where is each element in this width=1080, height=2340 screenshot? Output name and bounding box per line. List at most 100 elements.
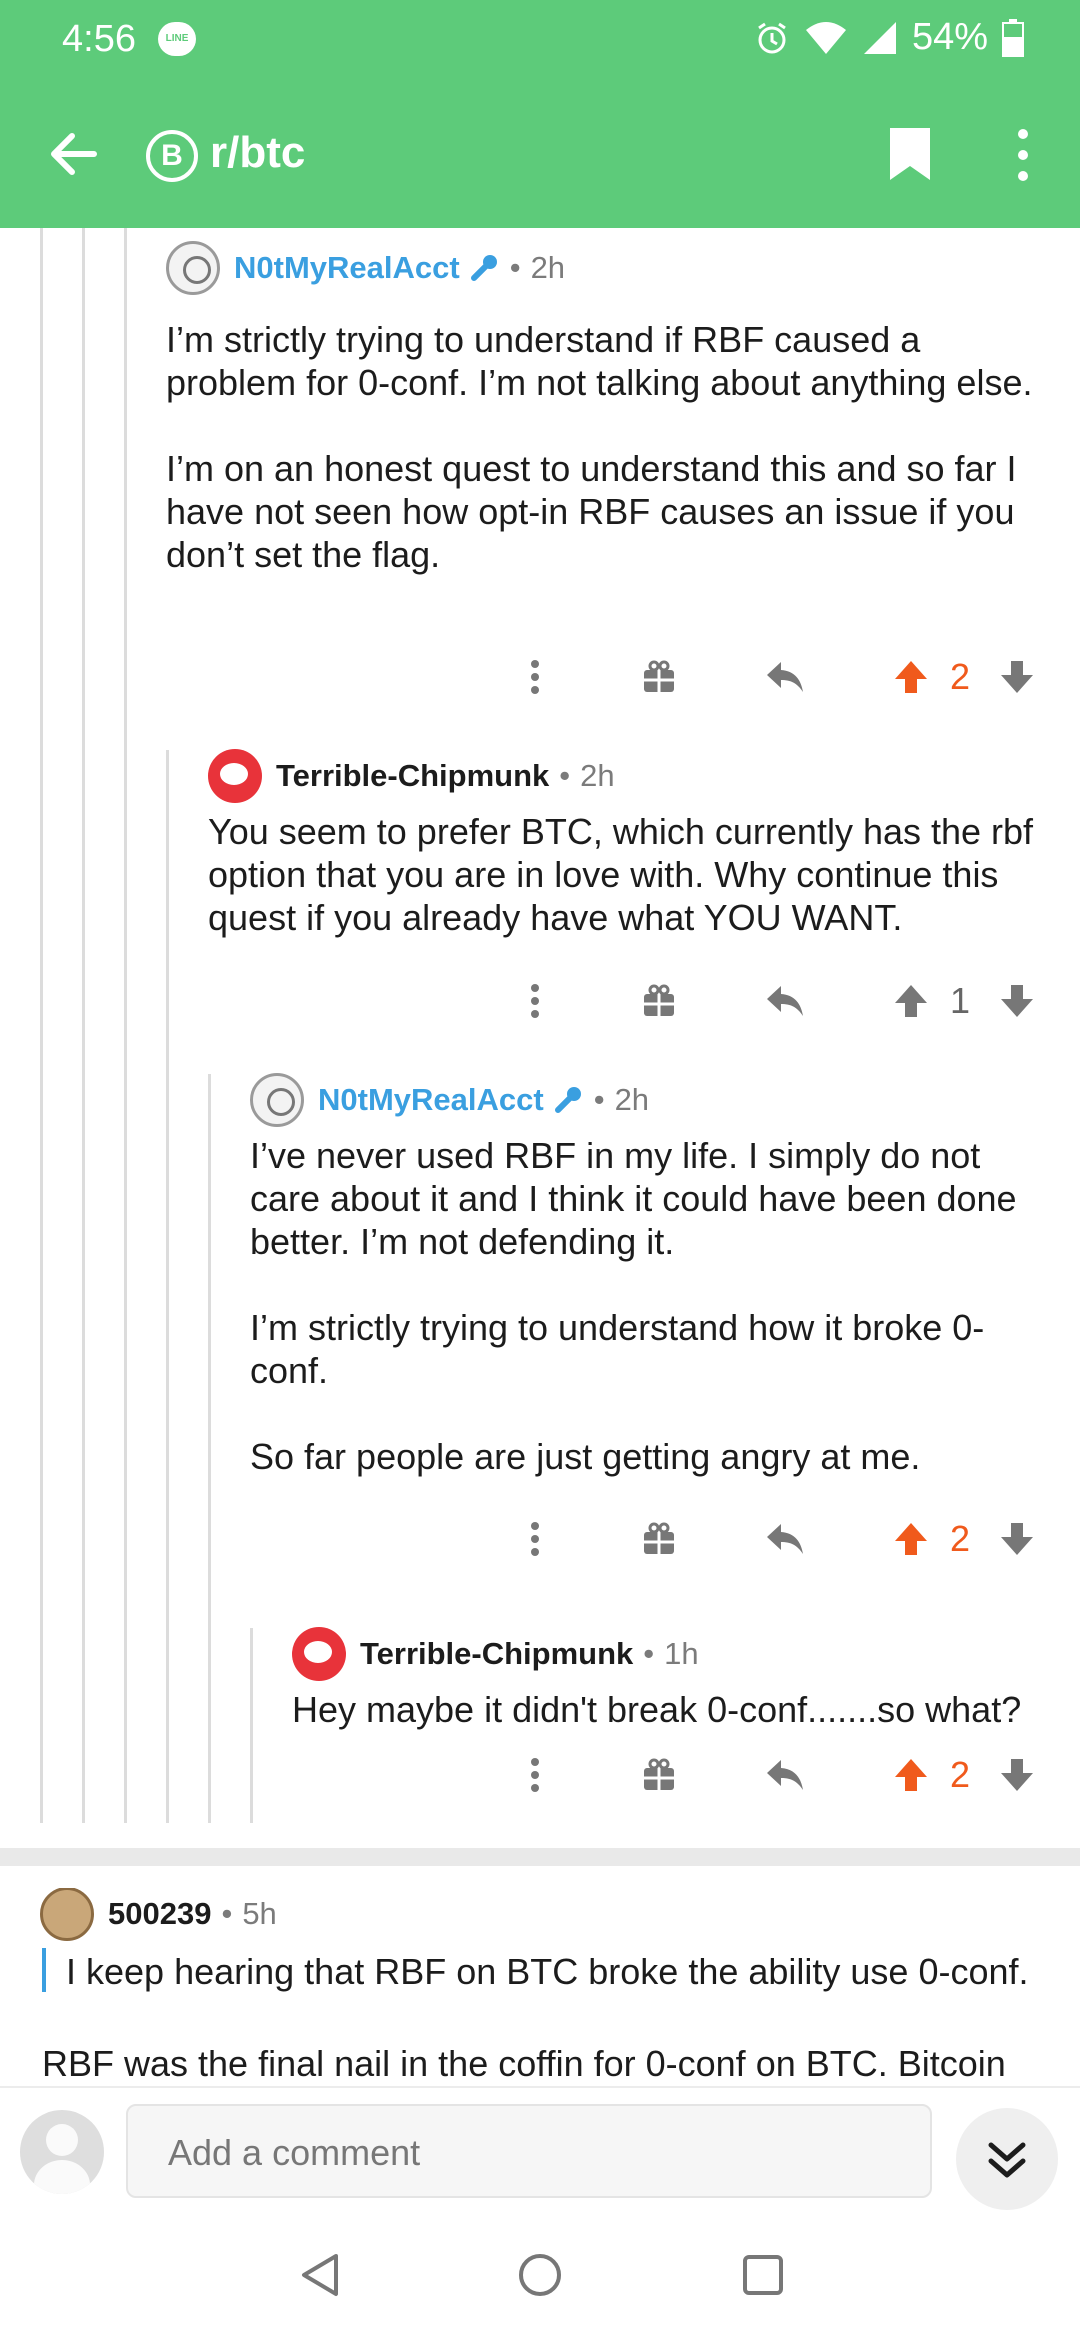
comment-body: RBF was the final nail in the coffin for…: [42, 2043, 1006, 2084]
comment: Terrible-Chipmunk • 2h You seem to prefe…: [208, 749, 1058, 940]
award-gift-icon[interactable]: [634, 652, 684, 702]
moderator-wrench-icon: [554, 1087, 581, 1113]
more-icon[interactable]: [510, 652, 560, 702]
system-nav-bar: [0, 2210, 1080, 2340]
comment-paragraph: I’m strictly trying to understand how it…: [250, 1307, 985, 1391]
line-notification-icon: LINE: [158, 22, 196, 56]
nav-back-icon[interactable]: [296, 2250, 346, 2300]
comment-age: 2h: [530, 250, 566, 285]
reply-icon[interactable]: [760, 652, 810, 702]
vote-score: 1: [949, 980, 971, 1021]
username[interactable]: Terrible-Chipmunk: [360, 1636, 633, 1672]
battery-percent: 54%: [911, 16, 988, 58]
comment-header: 500239 • 5h: [40, 1888, 277, 1941]
downvote-icon[interactable]: [992, 976, 1042, 1026]
subreddit-icon[interactable]: B: [146, 130, 198, 182]
comment-actions: 2: [510, 1514, 1050, 1574]
meta-dot: •: [643, 1636, 655, 1671]
status-time: 4:56: [62, 18, 136, 60]
comment-paragraph: I’m on an honest quest to understand thi…: [166, 448, 1017, 575]
comment-composer: Add a comment: [0, 2086, 1080, 2210]
avatar[interactable]: [292, 1627, 346, 1681]
comment-actions: 2: [510, 652, 1050, 712]
moderator-wrench-icon: [470, 255, 497, 281]
comment-paragraph: I’ve never used RBF in my life. I simply…: [250, 1135, 1017, 1262]
comment-actions: 2: [510, 1750, 1050, 1810]
meta-dot: •: [559, 758, 571, 793]
username[interactable]: N0tMyRealAcct: [234, 250, 460, 286]
thread-line[interactable]: [82, 228, 85, 1823]
comment-body: I’ve never used RBF in my life. I simply…: [250, 1134, 1060, 1478]
comment-separator: [0, 1848, 1080, 1866]
wifi-icon: [805, 21, 846, 54]
avatar[interactable]: [250, 1073, 304, 1127]
upvote-icon[interactable]: [886, 1750, 936, 1800]
comment-paragraph: I’m strictly trying to understand if RBF…: [166, 319, 1033, 403]
upvote-icon[interactable]: [886, 1514, 936, 1564]
thread-line[interactable]: [250, 1628, 253, 1823]
nav-recents-icon[interactable]: [738, 2250, 788, 2300]
comment-thread: N0tMyRealAcct • 2h I’m strictly trying t…: [0, 228, 1080, 1828]
back-arrow-icon[interactable]: [44, 124, 104, 184]
collapse-chevron-button[interactable]: [956, 2108, 1058, 2210]
award-gift-icon[interactable]: [634, 1514, 684, 1564]
comment-body: I’m strictly trying to understand if RBF…: [166, 318, 1046, 576]
avatar[interactable]: [40, 1888, 94, 1941]
comment-paragraph: You seem to prefer BTC, which currently …: [208, 811, 1034, 938]
vote-score: 2: [949, 656, 971, 697]
username[interactable]: N0tMyRealAcct: [318, 1082, 544, 1118]
award-gift-icon[interactable]: [634, 1750, 684, 1800]
top-bar: 4:56 LINE 54% B r/btc: [0, 0, 1080, 228]
more-icon[interactable]: [510, 976, 560, 1026]
status-icons: 54%: [754, 16, 1024, 59]
comment-paragraph: So far people are just getting angry at …: [250, 1436, 921, 1477]
more-icon[interactable]: [510, 1750, 560, 1800]
signal-icon: [863, 21, 896, 54]
reply-icon[interactable]: [760, 976, 810, 1026]
user-avatar[interactable]: [20, 2110, 104, 2194]
upvote-icon[interactable]: [886, 976, 936, 1026]
subreddit-name[interactable]: r/btc: [210, 128, 305, 178]
username[interactable]: Terrible-Chipmunk: [276, 758, 549, 794]
quote-text: I keep hearing that RBF on BTC broke the…: [66, 1951, 1029, 1992]
comment-header: Terrible-Chipmunk • 1h: [292, 1627, 699, 1681]
upvote-icon[interactable]: [886, 652, 936, 702]
thread-line[interactable]: [40, 228, 43, 1823]
username[interactable]: 500239: [108, 1896, 211, 1932]
award-gift-icon[interactable]: [634, 976, 684, 1026]
comment-age: 1h: [664, 1636, 699, 1671]
battery-icon: [1002, 18, 1024, 57]
avatar[interactable]: [208, 749, 262, 803]
more-icon[interactable]: [510, 1514, 560, 1564]
add-comment-input[interactable]: Add a comment: [126, 2104, 932, 2198]
meta-dot: •: [221, 1896, 233, 1931]
bookmark-icon[interactable]: [888, 126, 932, 182]
comment-header: N0tMyRealAcct • 2h: [166, 241, 566, 295]
downvote-icon[interactable]: [992, 1514, 1042, 1564]
comment-age: 2h: [614, 1082, 650, 1117]
alarm-icon: [758, 22, 786, 53]
downvote-icon[interactable]: [992, 652, 1042, 702]
avatar[interactable]: [166, 241, 220, 295]
more-options-icon[interactable]: [1008, 126, 1038, 184]
vote-score: 2: [949, 1518, 971, 1559]
nav-home-icon[interactable]: [515, 2250, 565, 2300]
comment: Terrible-Chipmunk • 1h Hey maybe it didn…: [292, 1627, 1062, 1748]
reply-icon[interactable]: [760, 1514, 810, 1564]
comment-age: 2h: [580, 758, 615, 793]
double-chevron-down-icon: [988, 2142, 1026, 2178]
app-bar: B r/btc: [0, 100, 1080, 210]
thread-line[interactable]: [124, 228, 127, 1823]
comment-body: Hey maybe it didn't break 0-conf.......s…: [292, 1688, 1062, 1731]
top-level-comment: 500239 • 5h I keep hearing that RBF on B…: [40, 1888, 1050, 2086]
quote-bar: [42, 1948, 46, 1992]
thread-line[interactable]: [166, 750, 169, 1823]
comment-actions: 1: [510, 976, 1050, 1036]
comment-header: Terrible-Chipmunk • 2h: [208, 749, 615, 803]
thread-line[interactable]: [208, 1074, 211, 1823]
comment-paragraph: Hey maybe it didn't break 0-conf.......s…: [292, 1689, 1022, 1730]
downvote-icon[interactable]: [992, 1750, 1042, 1800]
status-bar: 4:56 LINE 54%: [0, 0, 1080, 84]
reply-icon[interactable]: [760, 1750, 810, 1800]
comment-body: You seem to prefer BTC, which currently …: [208, 810, 1058, 939]
